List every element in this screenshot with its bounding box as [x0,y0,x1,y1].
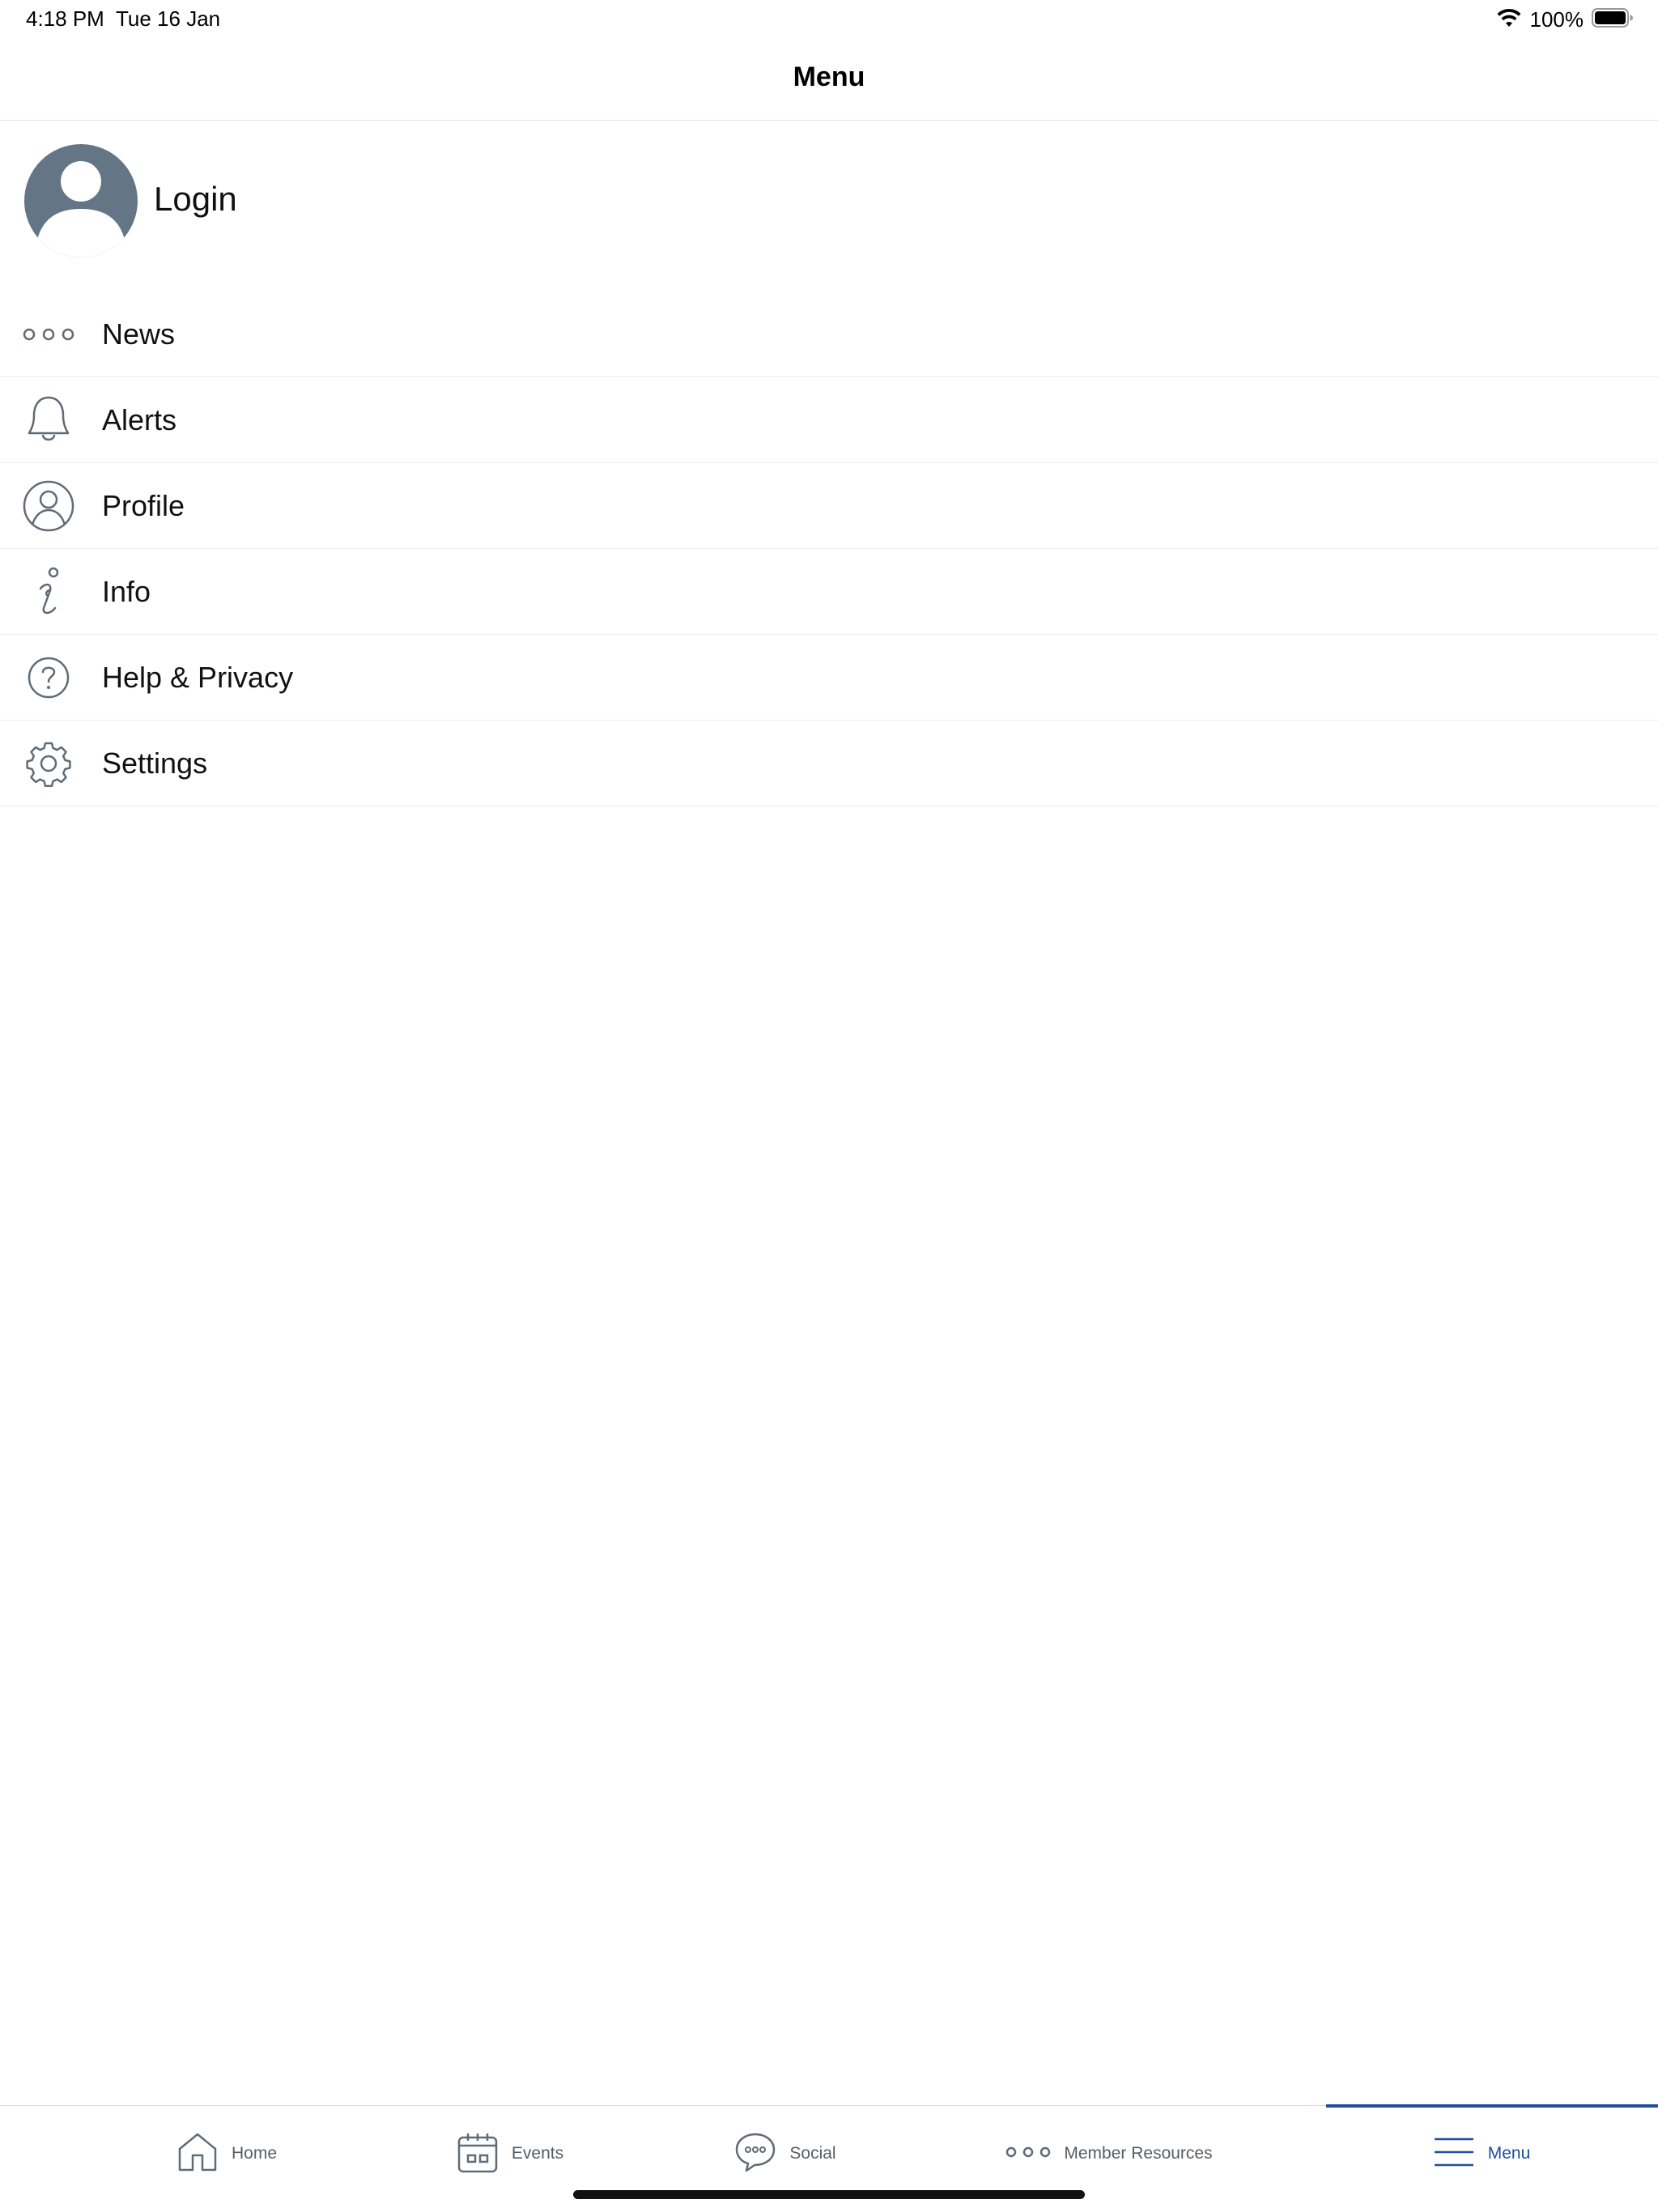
wifi-icon [1496,7,1522,32]
user-circle-icon [23,480,74,532]
menu-item-label: Alerts [102,403,177,436]
menu-item-label: News [102,317,176,351]
tab-home[interactable]: Home [146,2106,308,2201]
home-indicator [573,2190,1085,2199]
menu-item-profile[interactable]: Profile [0,463,1658,549]
tab-label: Social [789,2144,836,2163]
tab-label: Menu [1487,2144,1531,2163]
menu-item-info[interactable]: Info [0,549,1658,635]
more-dots-icon [23,308,74,360]
page-title: Menu [793,62,865,92]
status-bar: 4:18 PM Tue 16 Jan 100% [0,0,1658,39]
battery-percentage: 100% [1529,6,1584,32]
bell-icon [23,394,74,446]
login-label: Login [154,180,237,218]
status-time: 4:18 PM [26,6,104,31]
tab-events[interactable]: Events [429,2106,591,2201]
tab-label: Home [231,2144,278,2163]
chat-bubble-icon [734,2131,776,2177]
menu-item-label: Profile [102,489,185,522]
hamburger-icon [1433,2136,1475,2172]
home-icon [176,2131,219,2177]
menu-item-label: Settings [102,747,208,780]
more-dots-icon [1005,2143,1051,2165]
tab-menu[interactable]: Menu [1376,2106,1587,2201]
navigation-bar: Menu [0,39,1658,121]
status-date: Tue 16 Jan [116,6,221,31]
menu-item-settings[interactable]: Settings [0,721,1658,806]
calendar-icon [457,2131,499,2177]
menu-item-alerts[interactable]: Alerts [0,377,1658,463]
menu-item-label: Info [102,575,151,608]
tab-label: Events [511,2144,564,2163]
tab-label: Member Resources [1064,2144,1213,2163]
tab-social[interactable]: Social [704,2106,866,2201]
question-circle-icon [23,652,74,704]
tab-member-resources[interactable]: Member Resources [996,2106,1222,2201]
login-row[interactable]: Login [0,121,1658,282]
info-icon [23,566,74,618]
menu-item-help-privacy[interactable]: Help & Privacy [0,635,1658,721]
menu-item-news[interactable]: News [0,291,1658,377]
battery-icon [1592,7,1634,32]
status-right: 100% [1496,5,1635,34]
gear-icon [23,738,74,789]
menu-list: News Alerts Profile Info Help & Privacy … [0,291,1658,806]
menu-item-label: Help & Privacy [102,661,294,694]
avatar-icon [24,144,138,257]
